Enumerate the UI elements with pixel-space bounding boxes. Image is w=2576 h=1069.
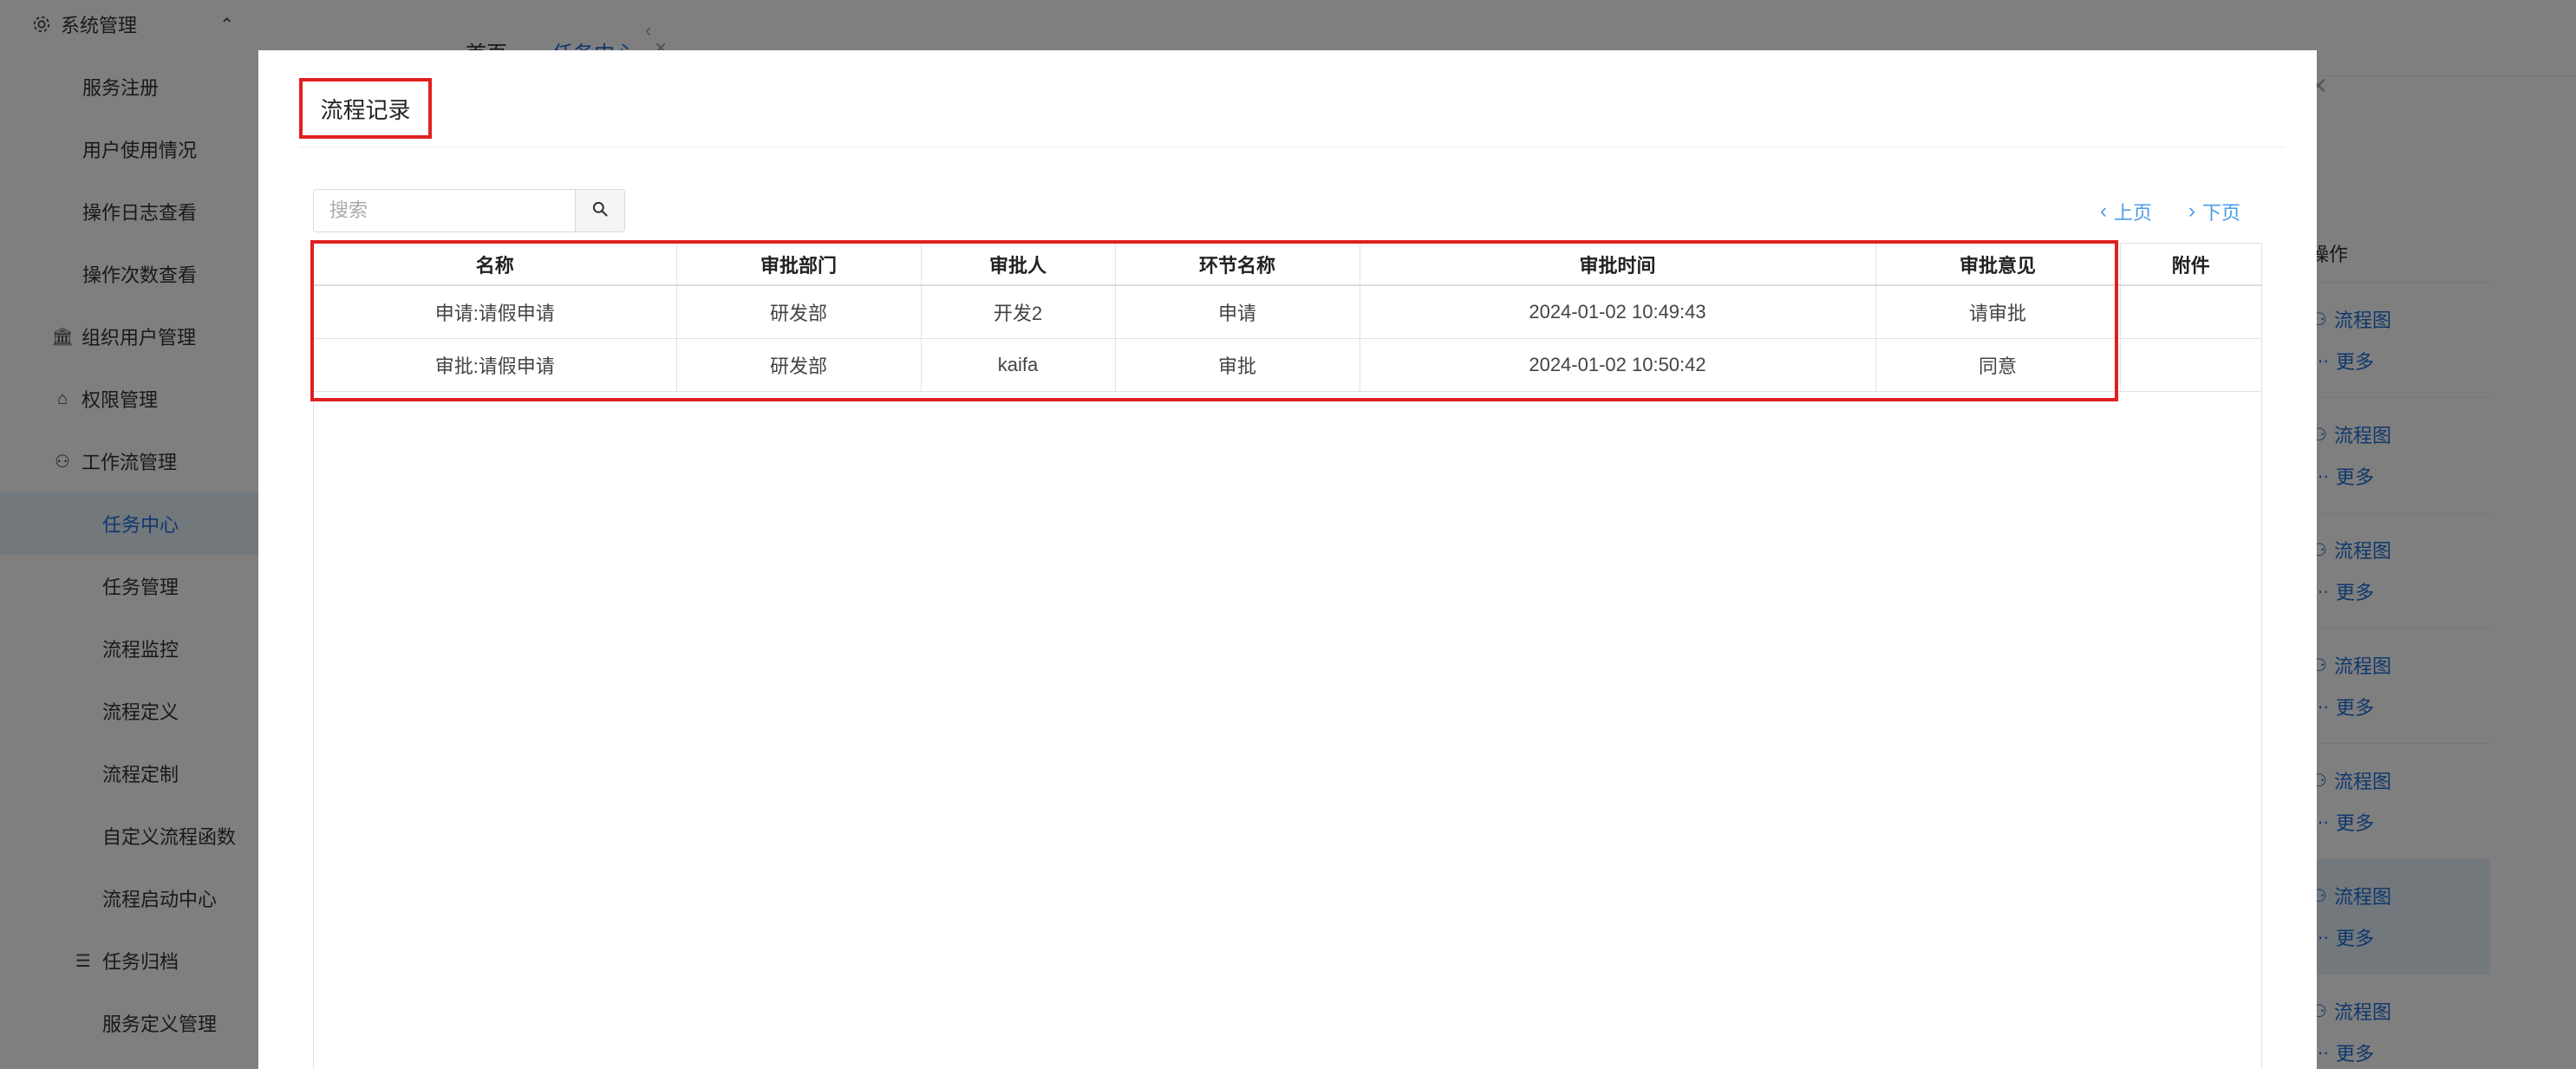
table-cell: 开发2 <box>921 285 1116 339</box>
table-cell: 审批:请假申请 <box>314 338 677 392</box>
table-cell: 研发部 <box>676 338 922 392</box>
chevron-left-icon: ‹ <box>2100 199 2107 223</box>
search-input[interactable] <box>329 199 564 222</box>
next-page-label: 下页 <box>2202 202 2241 224</box>
search-field[interactable] <box>313 189 575 232</box>
column-header[interactable]: 审批部门 <box>676 244 922 286</box>
column-header[interactable]: 环节名称 <box>1115 244 1360 286</box>
prev-page-button[interactable]: ‹ 上页 <box>2100 198 2152 225</box>
next-page-button[interactable]: › 下页 <box>2188 198 2240 225</box>
column-header[interactable]: 审批人 <box>921 244 1116 286</box>
table-cell: 申请:请假申请 <box>314 285 677 339</box>
record-table: 名称 审批部门 审批人 环节名称 审批时间 审批意见 附件 申请:请假申请 研发… <box>314 244 2261 392</box>
column-header[interactable]: 名称 <box>314 244 677 286</box>
table-cell: 同意 <box>1875 338 2121 392</box>
dialog-title: 流程记录 <box>320 96 411 123</box>
table-cell <box>2120 338 2261 392</box>
column-header[interactable]: 审批意见 <box>1875 244 2121 286</box>
chevron-right-icon: › <box>2188 199 2195 223</box>
table-cell: kaifa <box>921 338 1116 392</box>
table-cell: 2024-01-02 10:49:43 <box>1360 285 1876 339</box>
table-row[interactable]: 审批:请假申请 研发部 kaifa 审批 2024-01-02 10:50:42… <box>314 338 2261 392</box>
table-cell: 申请 <box>1115 285 1360 339</box>
table-cell <box>2120 285 2261 339</box>
column-header[interactable]: 附件 <box>2120 244 2261 286</box>
column-header[interactable]: 审批时间 <box>1360 244 1876 286</box>
dialog-title-box: 流程记录 <box>299 78 432 139</box>
prev-page-label: 上页 <box>2114 202 2153 224</box>
table-cell: 2024-01-02 10:50:42 <box>1360 338 1876 392</box>
table-cell: 请审批 <box>1875 285 2121 339</box>
table-header-row: 名称 审批部门 审批人 环节名称 审批时间 审批意见 附件 <box>314 244 2261 286</box>
table-cell: 研发部 <box>676 285 922 339</box>
search-button[interactable] <box>575 189 625 232</box>
table-cell: 审批 <box>1115 338 1360 392</box>
search-icon <box>591 200 609 222</box>
table-row[interactable]: 申请:请假申请 研发部 开发2 申请 2024-01-02 10:49:43 请… <box>314 285 2261 339</box>
record-table-container: 名称 审批部门 审批人 环节名称 审批时间 审批意见 附件 申请:请假申请 研发… <box>313 243 2262 1069</box>
flow-record-dialog: 流程记录 ‹ 上页 › 下页 名称 审批部门 审批人 环节名称 <box>258 50 2317 1069</box>
